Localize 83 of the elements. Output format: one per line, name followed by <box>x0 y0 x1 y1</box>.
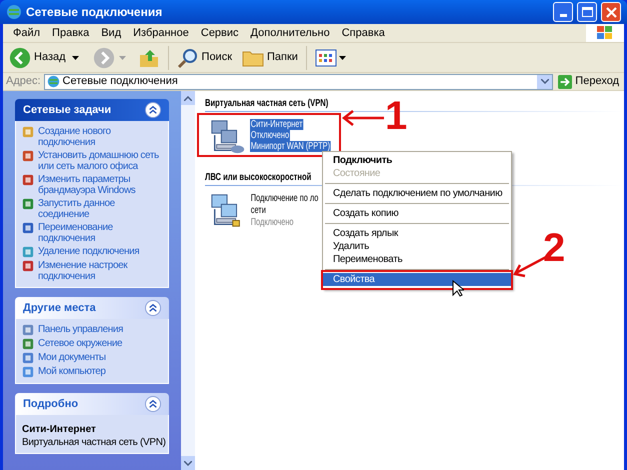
task-link[interactable]: Удаление подключения <box>38 246 140 257</box>
views-grid-icon <box>314 48 337 68</box>
task-link[interactable]: Запустить данное соединение <box>38 198 162 220</box>
go-button[interactable]: Переход <box>556 73 621 90</box>
context-menu-item[interactable]: Переименовать <box>323 253 511 266</box>
minimize-button[interactable] <box>553 2 573 22</box>
context-menu-item[interactable]: Создать ярлык <box>323 227 511 240</box>
search-button[interactable]: Поиск <box>176 46 232 68</box>
caret-icon <box>338 56 346 60</box>
menu-item[interactable]: Вид <box>95 24 128 42</box>
scroll-down-icon[interactable] <box>184 460 192 466</box>
connection-label[interactable]: сети <box>250 205 267 217</box>
task-icon <box>22 324 34 336</box>
context-menu-item[interactable]: Сделать подключением по умолчанию <box>323 187 511 200</box>
task-icon <box>22 352 34 364</box>
context-menu-item[interactable]: Создать копию <box>323 207 511 220</box>
maximize-button[interactable] <box>577 2 597 22</box>
context-menu-item[interactable]: Подключить <box>323 154 511 167</box>
group-header: Виртуальная частная сеть (VPN) <box>205 97 328 110</box>
task-icon <box>22 150 34 162</box>
task-icon <box>22 126 34 138</box>
connection-label[interactable]: Отключено <box>250 130 290 141</box>
task-link[interactable]: Изменить параметры брандмауэра Windows <box>38 174 162 196</box>
annotation-number: 2 <box>543 228 566 268</box>
task-icon <box>22 260 34 272</box>
task-icon <box>22 246 34 258</box>
panel-header[interactable]: Другие места <box>15 297 169 319</box>
panel-header[interactable]: Сетевые задачи <box>15 99 169 121</box>
menu-item[interactable]: Избранное <box>127 24 195 42</box>
address-label: Адрес: <box>6 74 41 90</box>
context-menu-item[interactable]: Свойства <box>323 273 511 286</box>
views-button[interactable] <box>314 48 346 68</box>
globe-icon <box>6 4 22 20</box>
connection-label[interactable]: Сити-Интернет <box>250 119 304 130</box>
menu-item[interactable]: Сервис <box>194 24 245 42</box>
collapse-icon[interactable] <box>145 102 161 118</box>
collapse-icon[interactable] <box>145 396 161 412</box>
go-arrow-icon <box>558 74 572 88</box>
task-link[interactable]: Панель управления <box>38 324 124 335</box>
group-header: ЛВС или высокоскоростной <box>205 171 312 184</box>
task-icon <box>22 174 34 186</box>
menu-item[interactable]: Правка <box>46 24 96 42</box>
task-icon <box>22 222 34 234</box>
window-title: Сетевые подключения <box>26 4 164 21</box>
task-icon <box>22 338 34 350</box>
close-button[interactable] <box>601 2 621 22</box>
connection-label[interactable]: Подключение по ло <box>250 193 320 205</box>
menu-item[interactable]: Файл <box>7 24 46 42</box>
annotation-number: 1 <box>385 96 408 136</box>
menu-item[interactable]: Дополнительно <box>244 24 336 42</box>
context-menu-item[interactable]: Удалить <box>323 240 511 253</box>
close-icon <box>606 6 616 18</box>
task-link[interactable]: Установить домашнюю сеть или сеть малого офиса <box>38 150 162 172</box>
task-icon <box>22 366 34 378</box>
task-link[interactable]: Переименование подключения <box>38 222 162 244</box>
menu-item[interactable]: Справка <box>336 24 391 42</box>
detail-name: Сити-Интернет <box>22 424 97 435</box>
task-link[interactable]: Мой компьютер <box>38 366 106 377</box>
computers-icon <box>209 118 247 156</box>
collapse-icon[interactable] <box>145 300 161 316</box>
panel-title: Сетевые задачи <box>23 102 112 118</box>
panel-title: Подробно <box>23 396 78 412</box>
sidebar-scrollbar[interactable] <box>181 91 195 470</box>
windows-logo-icon <box>586 24 624 42</box>
folders-button[interactable]: Папки <box>242 48 298 68</box>
task-icon <box>22 198 34 210</box>
task-link[interactable]: Сетевое окружение <box>38 338 122 349</box>
task-link[interactable]: Мои документы <box>38 352 106 363</box>
back-button[interactable]: Назад <box>7 46 68 68</box>
task-link[interactable]: Изменение настроек подключения <box>38 260 162 282</box>
panel-header[interactable]: Подробно <box>15 393 169 415</box>
pointer-arrow <box>341 110 385 126</box>
caret-icon[interactable] <box>72 56 79 60</box>
address-field[interactable]: Сетевые подключения <box>44 74 554 90</box>
dropdown-button[interactable] <box>537 74 552 88</box>
scroll-up-icon[interactable] <box>184 96 192 100</box>
task-link[interactable]: Создание нового подключения <box>38 126 162 148</box>
connection-status: Подключено <box>250 217 294 229</box>
panel-title: Другие места <box>23 300 96 316</box>
connection-label[interactable]: Минипорт WAN (PPTP) <box>250 141 331 152</box>
chevron-down-icon <box>540 79 549 84</box>
globe-icon <box>46 75 60 88</box>
search-icon <box>176 46 199 68</box>
